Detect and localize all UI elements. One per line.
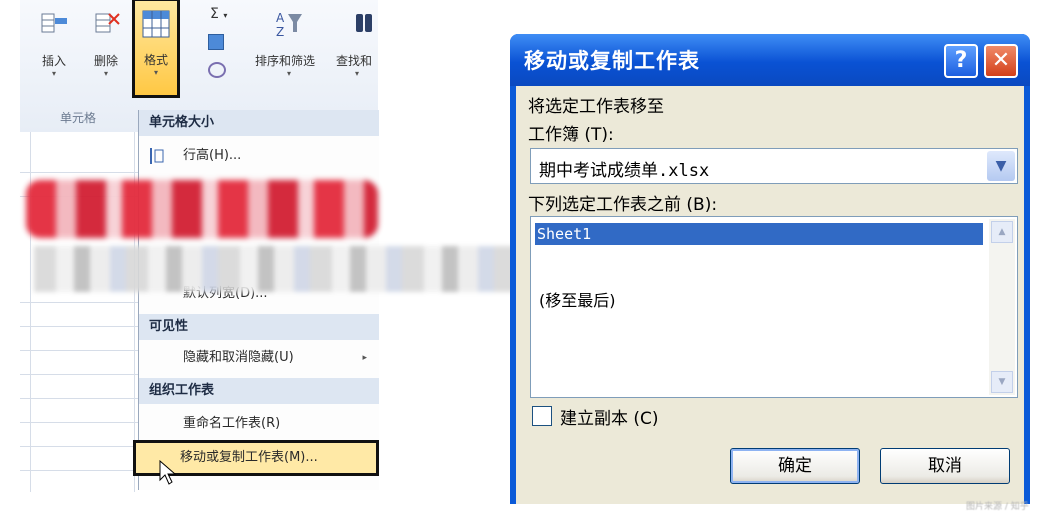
dialog-titlebar[interactable]: 移动或复制工作表 ? ✕ <box>510 34 1030 86</box>
close-button[interactable]: ✕ <box>984 44 1018 78</box>
move-copy-dialog: 移动或复制工作表 ? ✕ 将选定工作表移至 工作簿 (T): 期中考试成绩单.x… <box>510 34 1030 504</box>
scroll-up-button[interactable]: ▲ <box>991 221 1013 243</box>
question-icon: ? <box>954 48 968 73</box>
find-select-label: 查找和 <box>336 54 373 68</box>
format-dropdown-menu: 单元格大小 行高(H)... 默认列宽(D)... 可见性 隐藏和取消隐藏(U)… <box>133 110 379 490</box>
menu-item-rename-sheet[interactable]: 重命名工作表(R) <box>139 410 379 438</box>
chevron-down-icon: ▾ <box>51 69 56 78</box>
chevron-down-icon: ▼ <box>995 158 1007 174</box>
menu-item-row-height[interactable]: 行高(H)... <box>139 142 379 170</box>
row-height-icon <box>147 142 165 181</box>
sort-filter-icon: A Z <box>274 8 304 39</box>
chevron-right-icon: ▸ <box>362 353 367 363</box>
mouse-cursor-icon <box>159 459 177 490</box>
menu-section-cell-size: 单元格大小 <box>139 110 379 136</box>
rename-sheet-label: 重命名工作表(R) <box>183 416 281 431</box>
fill-down-icon <box>208 34 224 50</box>
insert-label: 插入 <box>41 54 66 68</box>
cancel-button[interactable]: 取消 <box>880 448 1010 484</box>
watermark: 图片来源 / 知乎 <box>966 502 1029 512</box>
format-button[interactable]: 格式 ▾ <box>132 0 180 98</box>
insert-button[interactable]: 插入 ▾ <box>34 4 74 90</box>
sum-icon: Σ <box>210 6 219 22</box>
delete-button[interactable]: 删除 ▾ <box>86 4 126 90</box>
clear-button[interactable] <box>208 62 226 82</box>
hide-unhide-label: 隐藏和取消隐藏(U) <box>183 350 294 365</box>
chevron-down-icon: ▾ <box>286 69 291 78</box>
binoculars-icon <box>342 8 372 38</box>
cells-group-label: 单元格 <box>60 111 97 125</box>
move-to-label: 将选定工作表移至 <box>528 97 664 117</box>
list-item-move-to-end[interactable]: (移至最后) <box>539 287 616 311</box>
create-copy-label[interactable]: 建立副本 (C) <box>560 404 659 429</box>
insert-cells-icon <box>39 8 69 38</box>
svg-text:Z: Z <box>276 25 284 38</box>
row-height-label: 行高(H)... <box>183 148 242 163</box>
redaction-overlay <box>26 180 378 238</box>
dialog-body: 将选定工作表移至 工作簿 (T): 期中考试成绩单.xlsx ▼ 下列选定工作表… <box>516 86 1024 504</box>
chevron-down-icon: ▾ <box>223 11 228 20</box>
help-button[interactable]: ? <box>944 44 978 78</box>
workbook-value: 期中考试成绩单.xlsx <box>539 161 710 181</box>
workbook-select[interactable]: 期中考试成绩单.xlsx ▼ <box>530 148 1018 184</box>
find-select-button[interactable]: 查找和 ▾ <box>336 4 378 90</box>
eraser-icon <box>208 62 226 78</box>
sort-filter-label: 排序和筛选 <box>254 54 315 68</box>
dialog-title: 移动或复制工作表 <box>524 49 700 73</box>
scroll-down-button[interactable]: ▼ <box>991 371 1013 393</box>
create-copy-checkbox[interactable] <box>532 406 552 426</box>
listbox-scrollbar[interactable]: ▲ ▼ <box>989 219 1015 395</box>
fill-button[interactable] <box>208 34 224 54</box>
format-label: 格式 <box>143 53 168 67</box>
autosum-button[interactable]: Σ ▾ <box>210 6 227 22</box>
close-icon: ✕ <box>991 48 1011 73</box>
before-sheet-label: 下列选定工作表之前 (B): <box>528 195 718 215</box>
sheet-listbox[interactable]: Sheet1 (移至最后) ▲ ▼ <box>530 216 1018 398</box>
format-cells-icon <box>141 9 171 39</box>
workbook-label: 工作簿 (T): <box>528 125 614 145</box>
list-item-sheet1[interactable]: Sheet1 <box>535 223 983 245</box>
dropdown-button[interactable]: ▼ <box>987 151 1015 181</box>
delete-label: 删除 <box>93 54 118 68</box>
chevron-down-icon: ▾ <box>153 68 158 77</box>
svg-text:A: A <box>276 11 285 25</box>
sort-filter-button[interactable]: A Z 排序和筛选 ▾ <box>252 4 326 90</box>
move-copy-sheet-label: 移动或复制工作表(M)... <box>180 450 318 465</box>
ok-button[interactable]: 确定 <box>730 448 860 484</box>
menu-section-organize: 组织工作表 <box>139 378 379 404</box>
chevron-down-icon: ▾ <box>354 69 359 78</box>
delete-cells-icon <box>91 8 121 38</box>
menu-item-hide-unhide[interactable]: 隐藏和取消隐藏(U) ▸ <box>139 344 379 372</box>
menu-section-visibility: 可见性 <box>139 314 379 340</box>
chevron-down-icon: ▾ <box>103 69 108 78</box>
